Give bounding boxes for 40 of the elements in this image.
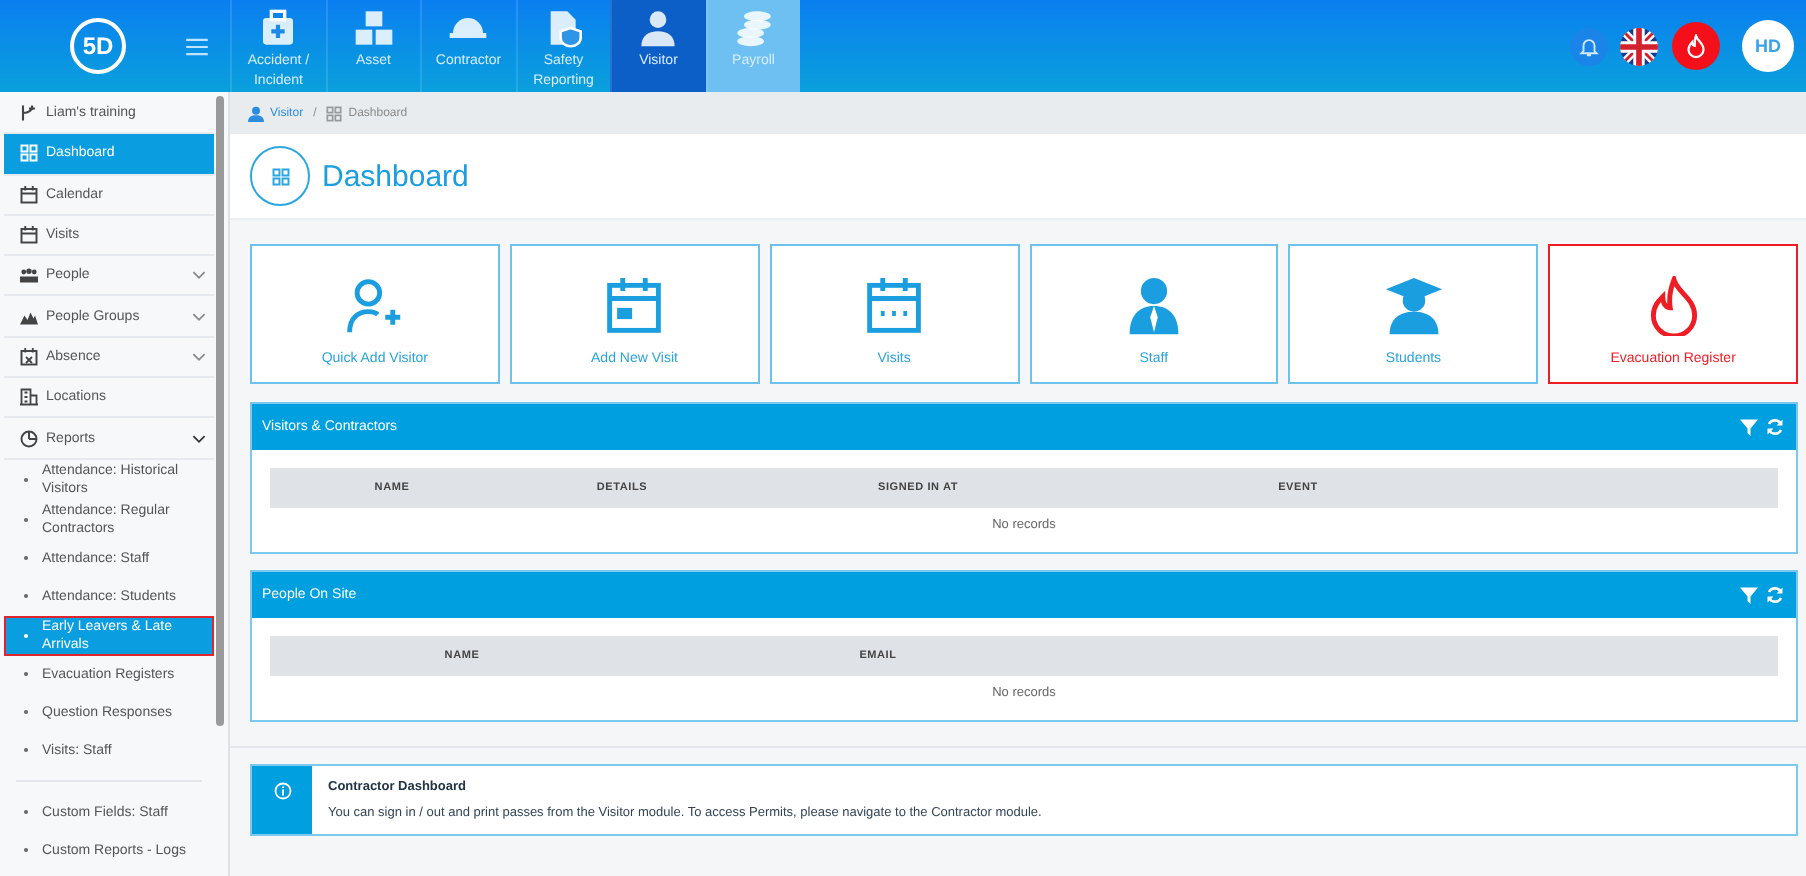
people-group-icon xyxy=(20,307,38,326)
person-icon xyxy=(638,8,679,48)
chevron-icon xyxy=(192,433,206,444)
flag-icon[interactable] xyxy=(1620,27,1658,65)
coins-icon xyxy=(733,8,774,48)
calendar-icon xyxy=(604,275,665,335)
logo[interactable]: 5D xyxy=(70,18,126,74)
clock-icon xyxy=(20,429,38,448)
boxes-icon xyxy=(353,8,394,48)
dashboard-icon xyxy=(326,105,343,121)
refresh-icon[interactable] xyxy=(1766,418,1784,436)
page-title: Dashboard xyxy=(322,159,469,193)
calendar-cross-icon xyxy=(20,347,38,366)
chevron-icon xyxy=(192,351,206,362)
menu-icon[interactable] xyxy=(186,37,208,55)
bell-icon xyxy=(1578,35,1600,57)
fire-alert-button[interactable] xyxy=(1672,22,1720,70)
info-icon xyxy=(273,782,291,800)
graduate-icon xyxy=(1383,275,1444,335)
notification-bell-button[interactable] xyxy=(1570,27,1608,65)
dashboard-icon xyxy=(20,144,38,163)
building-icon xyxy=(20,388,38,407)
flame-icon xyxy=(1686,33,1706,59)
first-aid-case-icon xyxy=(258,8,299,48)
filter-icon[interactable] xyxy=(1740,418,1758,436)
branch-icon xyxy=(20,104,38,123)
calendar-icon xyxy=(864,275,925,335)
person-plus-icon xyxy=(344,275,405,335)
filter-icon[interactable] xyxy=(1740,586,1758,604)
chevron-icon xyxy=(192,270,206,281)
people-icon xyxy=(20,266,38,285)
scrollbar[interactable] xyxy=(216,96,224,726)
calendar-icon xyxy=(20,185,38,204)
dashboard-icon xyxy=(250,146,310,206)
chevron-icon xyxy=(192,311,206,322)
hard-hat-icon xyxy=(448,16,489,40)
refresh-icon[interactable] xyxy=(1766,586,1784,604)
user-avatar[interactable]: HD xyxy=(1742,20,1794,72)
calendar-icon xyxy=(20,226,38,245)
person-icon xyxy=(248,105,264,121)
